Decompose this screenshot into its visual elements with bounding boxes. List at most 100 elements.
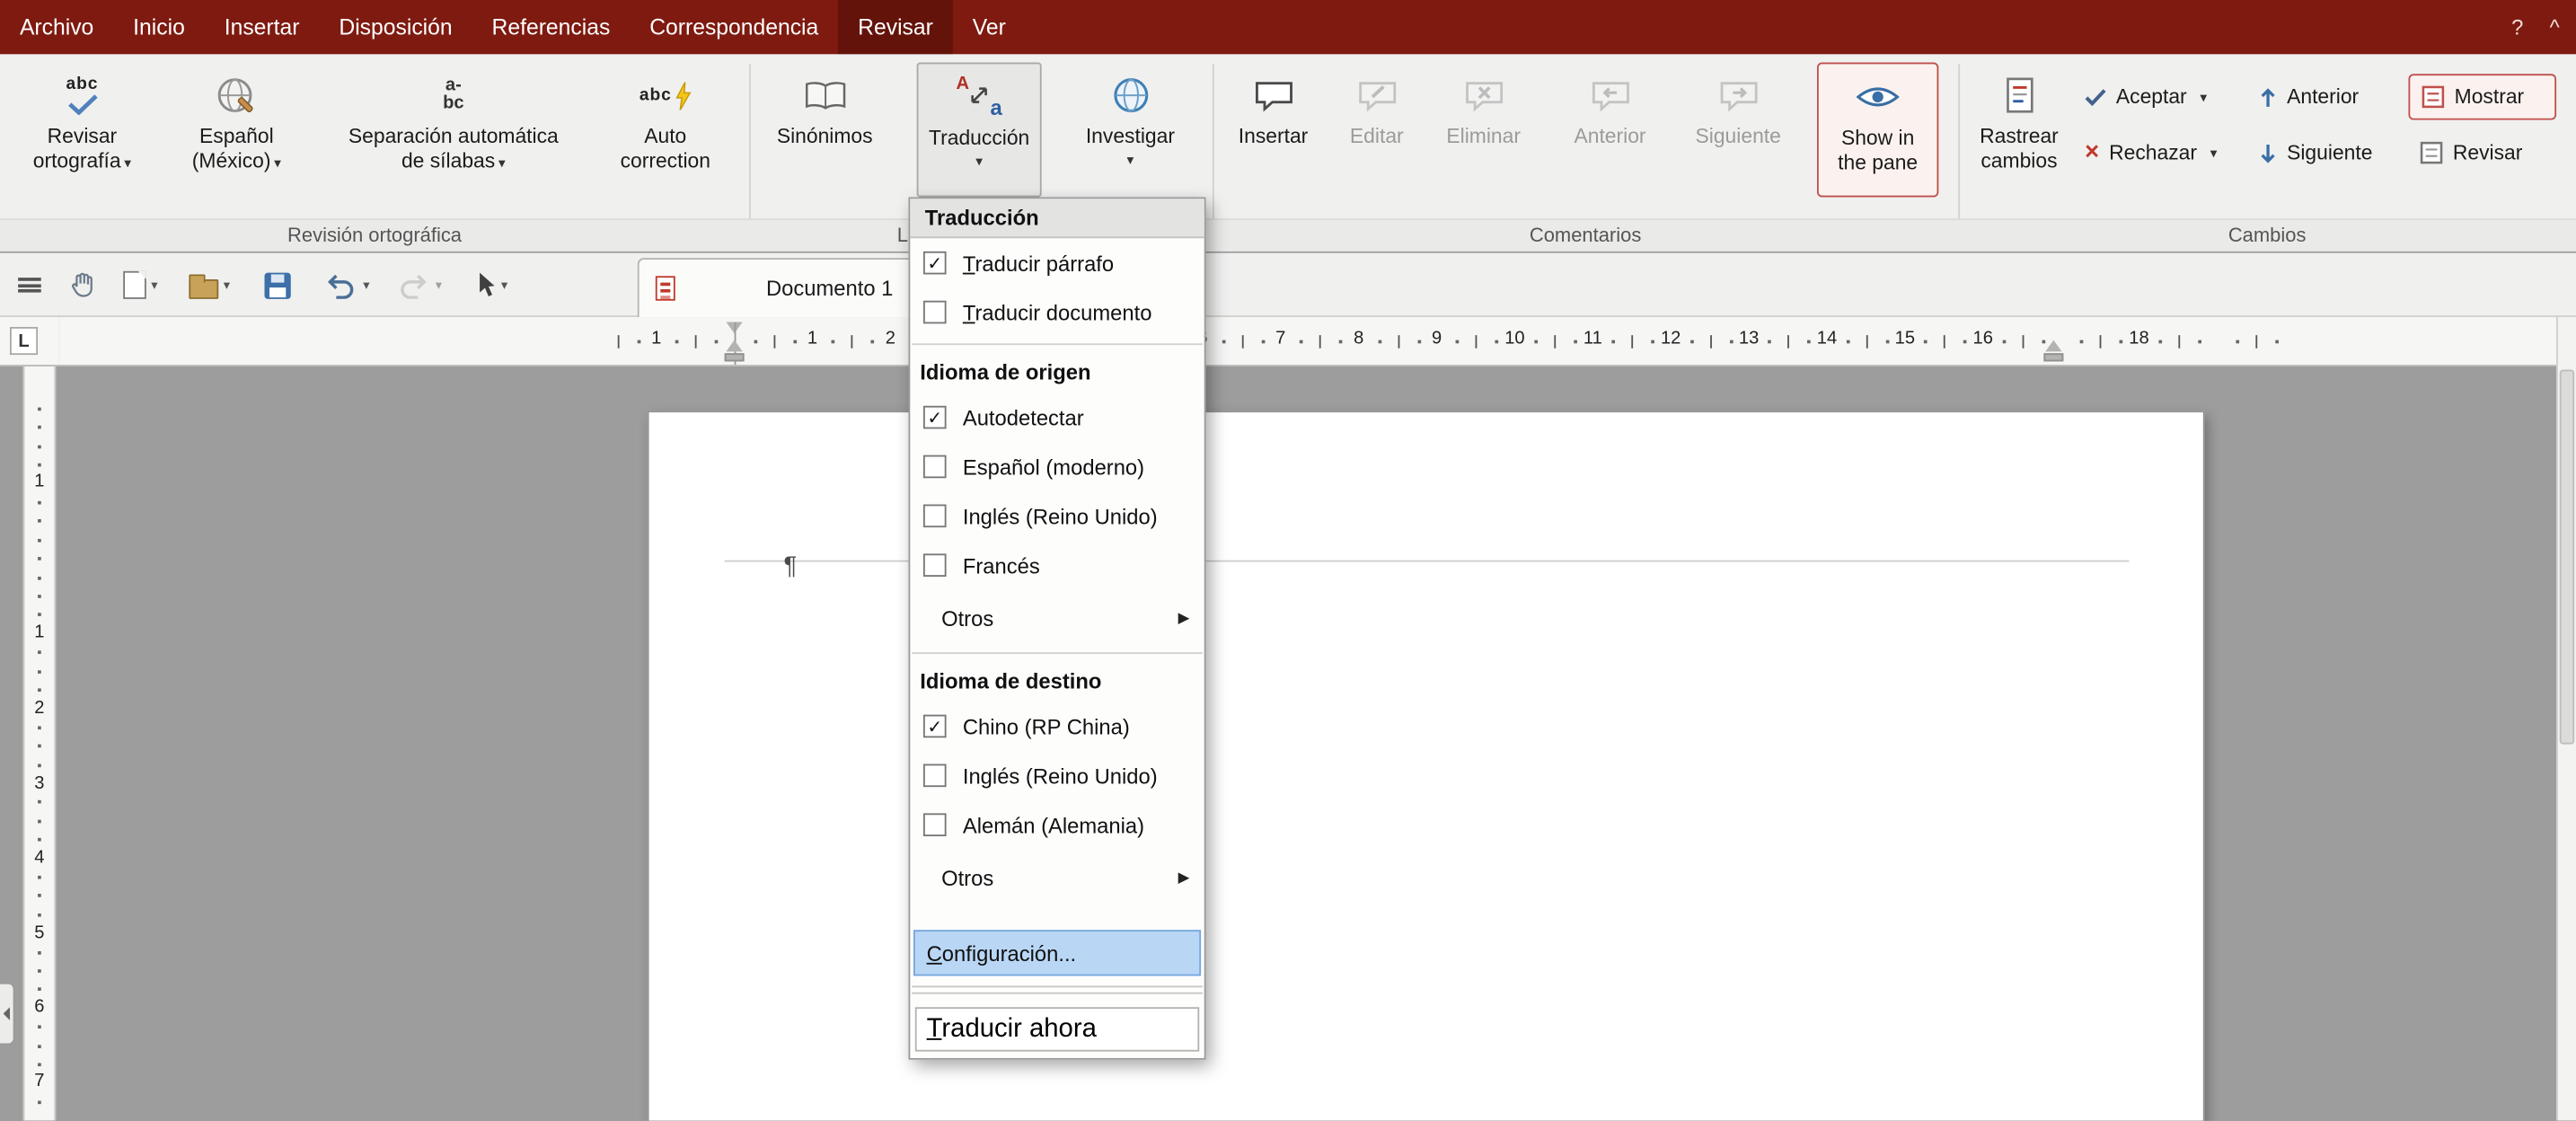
accept-change-button[interactable]: Aceptar ▾	[2073, 74, 2231, 119]
research-button[interactable]: Investigar ▾	[1068, 63, 1193, 198]
ribbon: abc Revisar ortografía▾ Español (México)…	[0, 54, 2576, 251]
dropdown-caret-icon: ▾	[498, 154, 506, 171]
ribbon-group-separator	[749, 64, 751, 242]
collapse-ribbon-icon[interactable]: ^	[2550, 14, 2560, 39]
list-view-button[interactable]	[13, 263, 47, 307]
cursor-arrow-icon	[475, 271, 497, 299]
traduccion-button[interactable]: A a Traducción ▾	[917, 63, 1042, 198]
menu-separator	[910, 905, 1204, 929]
checkbox-icon: ✓	[923, 406, 947, 429]
reject-x-icon: ×	[2085, 141, 2099, 164]
menubar: ArchivoInicioInsertarDisposiciónReferenc…	[0, 0, 2576, 54]
track-changes-button[interactable]: Rastrear cambios	[1966, 63, 2071, 198]
pan-hand-button[interactable]	[63, 263, 104, 307]
tab-stop-selector[interactable]: L	[10, 327, 38, 355]
ruler-tick	[1456, 340, 1460, 344]
menu-item-ingles-reino-unido[interactable]: Inglés (Reino Unido)	[910, 751, 1204, 800]
menu-item-autodetectar[interactable]: ✓Autodetectar	[910, 393, 1204, 442]
next-change-button[interactable]: Siguiente	[2247, 129, 2398, 175]
scrollbar-thumb[interactable]	[2560, 370, 2574, 745]
menu-item-traducir-documento[interactable]: Traducir documento	[910, 287, 1204, 337]
ruler-tick	[2198, 340, 2201, 344]
checkbox-icon	[923, 813, 947, 836]
ruler-tick	[1554, 335, 1556, 349]
ruler-tick	[1963, 340, 1967, 344]
show-changes-button[interactable]: Mostrar	[2408, 74, 2556, 119]
ruler-corner: L	[0, 317, 59, 366]
comment-next-icon	[1717, 66, 1759, 125]
ruler-tick	[1632, 335, 1634, 349]
open-document-button[interactable]: ▾	[184, 263, 235, 307]
dropdown-caret-icon: ▾	[436, 278, 442, 292]
horizontal-ruler[interactable]: 11234567891011121314151618	[59, 317, 2556, 366]
undo-button[interactable]: ▾	[319, 263, 375, 307]
reject-label: Rechazar	[2109, 141, 2197, 164]
menubar-item-insertar[interactable]: Insertar	[205, 0, 320, 54]
ruler-tick	[1729, 340, 1733, 344]
menubar-item-referencias[interactable]: Referencias	[472, 0, 631, 54]
dropdown-caret-icon: ▾	[2200, 88, 2207, 106]
ruler-tick	[1574, 340, 1577, 344]
vertical-ruler[interactable]: 11234567	[23, 366, 57, 1121]
ruler-tick	[2022, 335, 2024, 349]
select-pointer-button[interactable]: ▾	[470, 263, 513, 307]
ruler-number: 10	[1504, 329, 1524, 349]
ruler-tick	[871, 340, 875, 344]
ruler-tick	[38, 914, 41, 917]
ruler-tick	[38, 1063, 41, 1066]
menu-item-ingles-reino-unido[interactable]: Inglés (Reino Unido)	[910, 491, 1204, 541]
insert-comment-button[interactable]: Insertar	[1222, 63, 1324, 198]
sidebar-collapse-handle[interactable]	[0, 983, 14, 1046]
ruler-tick	[1690, 340, 1694, 344]
vertical-scrollbar[interactable]	[2556, 317, 2576, 1121]
thesaurus-button[interactable]: Sinónimos	[763, 63, 887, 198]
ruler-tick	[754, 340, 757, 344]
menu-item-otros[interactable]: Otros▶	[910, 850, 1204, 905]
menu-item-espanol-moderno[interactable]: Español (moderno)	[910, 442, 1204, 491]
ruler-tick	[1885, 340, 1889, 344]
language-button[interactable]: Español (México)▾	[154, 63, 319, 198]
show-in-pane-button[interactable]: Show in the pane	[1817, 63, 1938, 198]
menu-item-chino-rp-china[interactable]: ✓Chino (RP China)	[910, 702, 1204, 751]
save-button[interactable]	[260, 263, 296, 307]
reject-change-button[interactable]: × Rechazar ▾	[2073, 129, 2231, 175]
menu-separator	[910, 646, 1204, 659]
previous-change-button[interactable]: Anterior	[2247, 74, 2392, 119]
spell-check-icon: abc	[66, 66, 99, 125]
new-document-button[interactable]: ▾	[119, 263, 163, 307]
menubar-item-archivo[interactable]: Archivo	[0, 0, 113, 54]
document-page[interactable]: ¶	[648, 410, 2205, 1121]
hyphenation-button[interactable]: a-bc Separación automática de sílabas▾	[325, 63, 581, 198]
menubar-items: ArchivoInicioInsertarDisposiciónReferenc…	[0, 0, 1026, 54]
track-changes-label: Rastrear cambios	[1980, 125, 2059, 172]
menu-item-frances[interactable]: Francés	[910, 541, 1204, 590]
menubar-item-correspondencia[interactable]: Correspondencia	[630, 0, 838, 54]
menu-item-traducir-parrafo[interactable]: ✓Traducir párrafo	[910, 238, 1204, 287]
menubar-item-ver[interactable]: Ver	[953, 0, 1026, 54]
ruler-number: 3	[24, 774, 54, 794]
ruler-tick	[1417, 340, 1421, 344]
menu-title: Traducción	[910, 199, 1204, 238]
menubar-item-disposicion[interactable]: Disposición	[319, 0, 472, 54]
menu-item-otros[interactable]: Otros▶	[910, 590, 1204, 646]
dropdown-caret-icon: ▾	[224, 278, 230, 292]
help-icon[interactable]: ?	[2511, 14, 2523, 39]
ruler-tick	[38, 426, 41, 429]
ruler-number: 12	[1661, 329, 1681, 349]
menubar-item-inicio[interactable]: Inicio	[113, 0, 205, 54]
spell-check-label: Revisar ortografía	[33, 125, 121, 172]
ruler-number: 7	[1275, 329, 1285, 349]
menu-section-header-idioma-de-origen: Idioma de origen	[910, 350, 1204, 393]
comment-icon	[1253, 66, 1294, 125]
spell-check-button[interactable]: abc Revisar ortografía▾	[16, 63, 147, 198]
menu-item-configuracion[interactable]: Configuración...	[913, 930, 1201, 975]
menu-item-traducir-ahora[interactable]: Traducir ahora	[915, 1007, 1199, 1051]
menubar-item-revisar[interactable]: Revisar	[838, 0, 953, 54]
ruler-tick	[2042, 340, 2045, 344]
menubar-right: ? ^	[2511, 0, 2560, 54]
autocorrect-button[interactable]: abc Auto correction	[588, 63, 743, 198]
menu-item-label: Francés	[963, 552, 1040, 577]
menu-item-aleman-alemania[interactable]: Alemán (Alemania)	[910, 800, 1204, 850]
ruler-tick	[715, 340, 719, 344]
review-changes-button[interactable]: Revisar	[2408, 129, 2546, 175]
